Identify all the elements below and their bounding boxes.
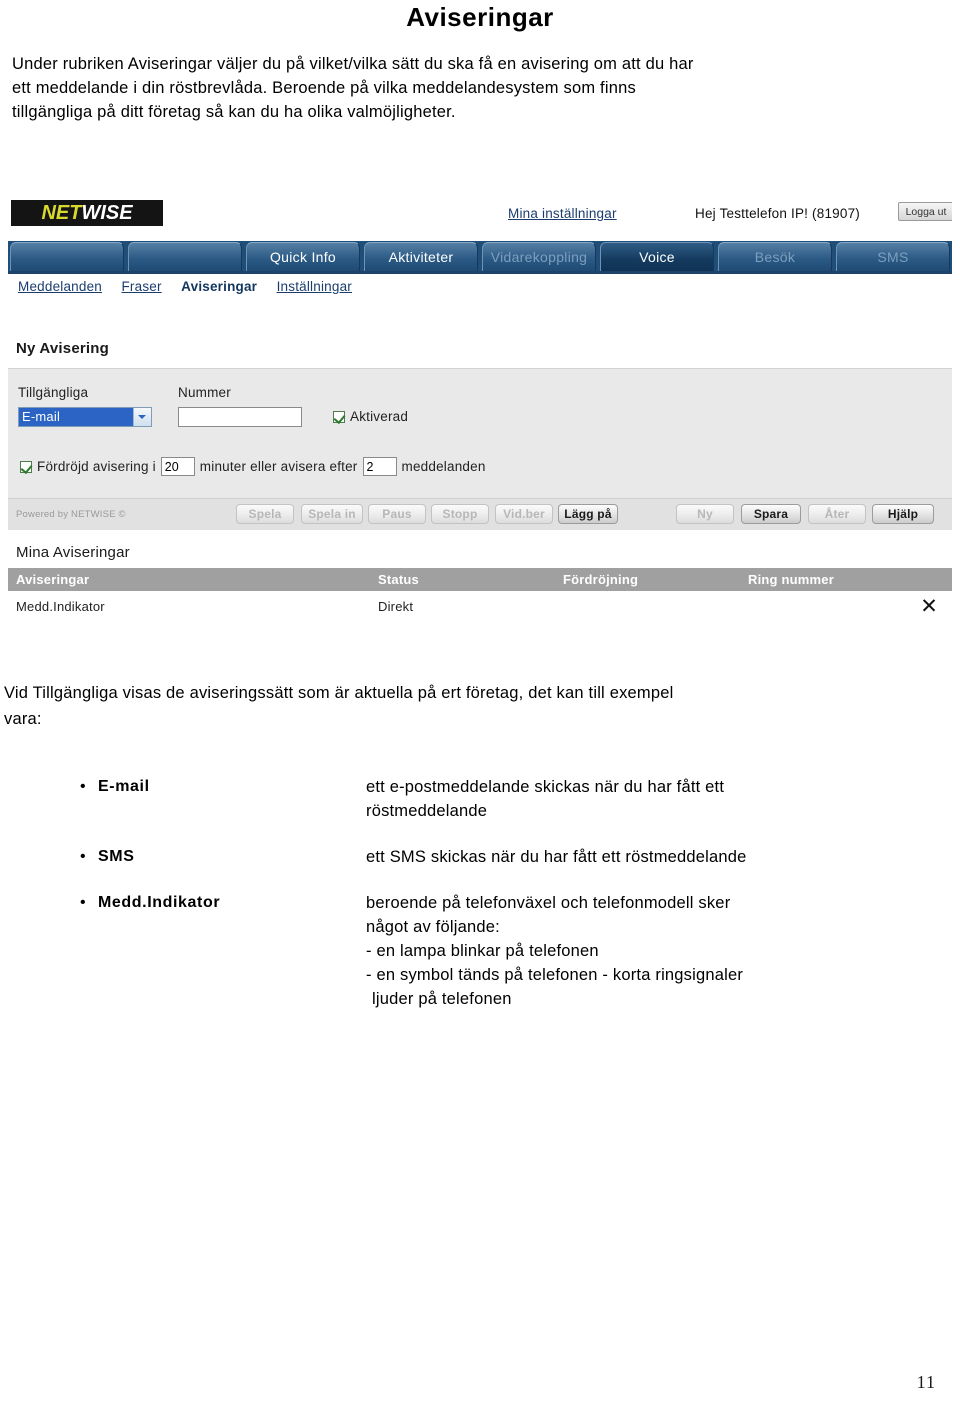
hjalp-button[interactable]: Hjälp [872, 504, 934, 524]
intro-line-3: tillgängliga på ditt företag så kan du h… [12, 103, 456, 121]
column-header-ring-nummer: Ring nummer [748, 572, 834, 587]
fordrojd-checkbox-icon[interactable] [20, 460, 32, 473]
desc-line: ljuder på telefonen [372, 990, 512, 1008]
delayed-notification-row: Fördröjd avisering i minuter eller avise… [20, 457, 486, 476]
list-item: • Medd.Indikator beroende på telefonväxe… [0, 891, 960, 1011]
delay-count-input[interactable] [362, 457, 397, 476]
logo-text-wise: WISE [81, 202, 133, 224]
desc-line: beroende på telefonväxel och telefonmode… [366, 894, 731, 912]
netwise-logo: NETWISE [11, 200, 163, 226]
desc-line: röstmeddelande [366, 802, 488, 820]
paragraph2-line-1: Vid Tillgängliga visas de aviseringssätt… [4, 684, 674, 702]
paus-button[interactable]: Paus [368, 504, 426, 524]
delay-prefix-label: Fördröjd avisering i [37, 459, 156, 474]
spela-button[interactable]: Spela [236, 504, 294, 524]
list-item: • E-mail ett e-postmeddelande skickas nä… [0, 775, 960, 823]
subnav-installningar[interactable]: Inställningar [277, 279, 352, 294]
aktiverad-label: Aktiverad [350, 409, 409, 424]
list-item-term: SMS [98, 848, 135, 865]
delay-suffix-label: meddelanden [401, 459, 486, 474]
notification-type-list: • E-mail ett e-postmeddelande skickas nä… [0, 775, 960, 1033]
delay-middle-label: minuter eller avisera efter [199, 459, 358, 474]
table-header-row: Aviseringar Status Fördröjning Ring numm… [8, 568, 952, 591]
spara-button[interactable]: Spara [741, 504, 801, 524]
list-item-description: beroende på telefonväxel och telefonmode… [366, 891, 960, 1011]
label-tillgangliga: Tillgängliga [18, 385, 89, 400]
page-number: 11 [916, 1372, 936, 1392]
list-item-description: ett SMS skickas när du har fått ett röst… [366, 845, 960, 869]
nummer-input[interactable] [178, 407, 302, 427]
cell-status: Direkt [378, 598, 414, 614]
tillgangliga-select-value: E-mail [19, 408, 133, 426]
tab-vidarekoppling[interactable]: Vidarekoppling [482, 242, 596, 271]
subnav-fraser[interactable]: Fraser [121, 279, 161, 294]
label-nummer: Nummer [178, 385, 231, 400]
tillgangliga-select[interactable]: E-mail [18, 407, 152, 427]
paragraph2-line-2: vara: [4, 710, 42, 728]
checkbox-checked-icon[interactable] [333, 410, 345, 423]
tab-besok[interactable]: Besök [718, 242, 832, 271]
page-title: Aviseringar [406, 2, 554, 32]
table-row: Medd.Indikator Direkt ✕ [8, 591, 952, 621]
tab-blank-1[interactable] [10, 242, 124, 271]
intro-paragraph: Under rubriken Aviseringar väljer du på … [12, 52, 932, 124]
desc-line: - en symbol tänds på telefonen - korta r… [366, 966, 744, 984]
form-button-bar: Powered by NETWISE © Spela Spela in Paus… [8, 498, 952, 530]
new-notification-form: Tillgängliga Nummer E-mail Aktiverad För… [8, 368, 952, 499]
lagg-pa-button[interactable]: Lägg på [558, 504, 618, 524]
sub-navigation: Meddelanden Fraser Aviseringar Inställni… [8, 275, 952, 299]
intro-line-2: ett meddelande i din röstbrevlåda. Beroe… [12, 79, 636, 97]
cell-actions: ✕ [898, 594, 952, 618]
logo-text-net: NET [41, 202, 82, 224]
aktiverad-checkbox-wrap[interactable]: Aktiverad [333, 409, 408, 424]
bullet-marker-icon: • [80, 778, 86, 795]
spela-in-button[interactable]: Spela in [301, 504, 363, 524]
column-header-status: Status [378, 572, 419, 587]
column-header-aviseringar: Aviseringar [16, 572, 90, 587]
ny-button[interactable]: Ny [676, 504, 734, 524]
list-item: • SMS ett SMS skickas när du har fått et… [0, 845, 960, 869]
ater-button[interactable]: Åter [808, 504, 866, 524]
subnav-meddelanden[interactable]: Meddelanden [18, 279, 102, 294]
column-header-fordrojning: Fördröjning [563, 572, 639, 587]
new-notification-heading: Ny Avisering [16, 340, 109, 357]
desc-line: ett SMS skickas när du har fått ett röst… [366, 848, 747, 866]
cell-aviseringar: Medd.Indikator [16, 598, 105, 614]
my-settings-link[interactable]: Mina inställningar [508, 206, 617, 221]
main-tab-strip: Quick Info Aktiviteter Vidarekoppling Vo… [8, 241, 952, 274]
desc-line: ett e-postmeddelande skickas när du har … [366, 778, 725, 796]
vid-ber-button[interactable]: Vid.ber [495, 504, 553, 524]
app-header: NETWISE Mina inställningar Hej Testtelef… [8, 196, 952, 241]
tab-voice[interactable]: Voice [600, 242, 714, 271]
bullet-marker-icon: • [80, 894, 86, 911]
list-item-description: ett e-postmeddelande skickas när du har … [366, 775, 960, 823]
chevron-down-icon[interactable] [133, 408, 151, 426]
my-notifications-heading: Mina Aviseringar [16, 544, 130, 561]
stopp-button[interactable]: Stopp [431, 504, 489, 524]
list-item-term: Medd.Indikator [98, 894, 221, 911]
application-screenshot: NETWISE Mina inställningar Hej Testtelef… [8, 196, 952, 655]
tab-blank-2[interactable] [128, 242, 242, 271]
logout-button[interactable]: Logga ut [898, 202, 952, 221]
subnav-aviseringar[interactable]: Aviseringar [181, 279, 257, 294]
intro-line-1: Under rubriken Aviseringar väljer du på … [12, 55, 694, 73]
desc-line: något av följande: [366, 918, 500, 936]
delete-row-icon[interactable]: ✕ [920, 594, 938, 618]
tab-quick-info[interactable]: Quick Info [246, 242, 360, 271]
paragraph-after-screenshot: Vid Tillgängliga visas de aviseringssätt… [4, 680, 934, 732]
delay-minutes-input[interactable] [160, 457, 195, 476]
tab-sms[interactable]: SMS [836, 242, 950, 271]
user-greeting: Hej Testtelefon IP! (81907) [695, 206, 860, 221]
list-item-term: E-mail [98, 778, 150, 795]
my-notifications-table: Aviseringar Status Fördröjning Ring numm… [8, 568, 952, 621]
powered-by-label: Powered by NETWISE © [16, 509, 126, 520]
tab-aktiviteter[interactable]: Aktiviteter [364, 242, 478, 271]
bullet-marker-icon: • [80, 848, 86, 865]
desc-line: - en lampa blinkar på telefonen [366, 942, 599, 960]
